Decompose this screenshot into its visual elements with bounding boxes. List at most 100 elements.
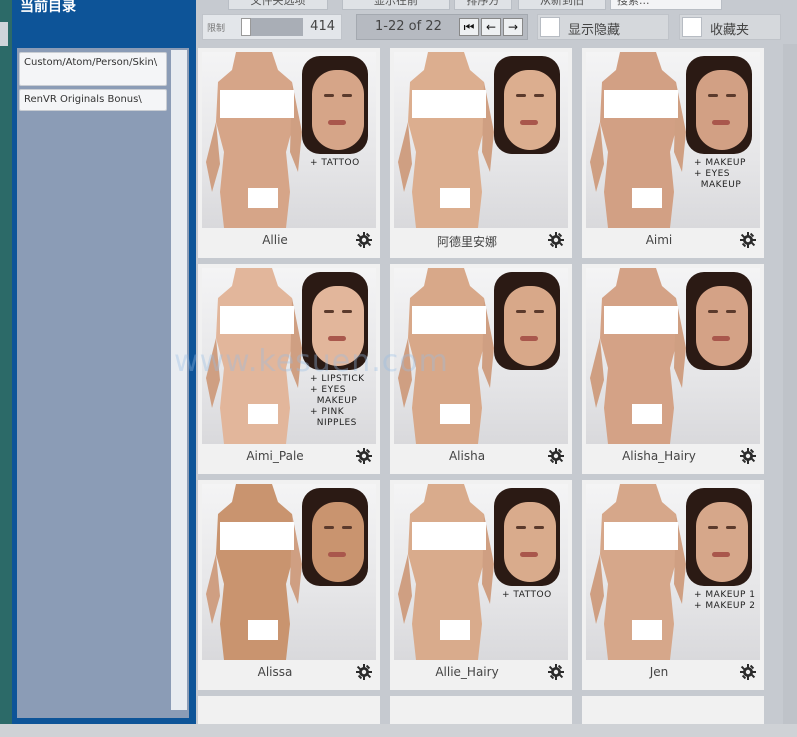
skin-name-label: Allie_Hairy — [435, 665, 499, 679]
variant-tag: + MAKEUP + EYES MAKEUP — [694, 158, 746, 190]
skin-grid: + TATTOO Allie 阿德里安娜 + MAKEUP + EYES MAKEUP… — [196, 44, 781, 737]
gear-icon[interactable] — [740, 232, 756, 248]
skin-thumbnail[interactable]: + TATTOO — [202, 52, 376, 228]
censor-bar-upper — [412, 522, 486, 550]
censor-bar-upper — [220, 306, 294, 334]
censor-bar-upper — [412, 306, 486, 334]
gear-icon[interactable] — [548, 448, 564, 464]
skin-name-label: Jen — [649, 665, 669, 679]
skin-name-label: Alissa — [257, 665, 293, 679]
collapsed-tab[interactable] — [0, 22, 8, 46]
skin-name-label: Alisha — [448, 449, 486, 463]
censor-bar-upper — [604, 522, 678, 550]
next-page-button[interactable]: → — [503, 18, 523, 36]
main-panel: 文件夹选项 显示在前 排序方 从新到旧 搜索... 限制 414 1-22 of… — [196, 0, 797, 737]
variant-tag: + TATTOO — [502, 590, 552, 600]
censor-bar-lower — [248, 188, 278, 208]
folder-item-custom[interactable]: Custom/Atom/Person/Skin\ — [19, 52, 167, 86]
face-preview-image — [686, 272, 752, 370]
skin-card[interactable]: + MAKEUP + EYES MAKEUP Aimi — [582, 48, 764, 258]
censor-bar-lower — [632, 620, 662, 640]
skin-card[interactable]: Alisha — [390, 264, 572, 474]
newest-first-button[interactable]: 从新到旧 — [518, 0, 606, 10]
top-toolbar: 文件夹选项 显示在前 排序方 从新到旧 搜索... — [196, 0, 797, 12]
face-preview-image — [302, 488, 368, 586]
skin-thumbnail[interactable]: + MAKEUP 1 + MAKEUP 2 — [586, 484, 760, 660]
censor-bar-upper — [220, 90, 294, 118]
face-preview-image — [686, 56, 752, 154]
gear-icon[interactable] — [548, 664, 564, 680]
censor-bar-lower — [440, 404, 470, 424]
folder-item-renvr[interactable]: RenVR Originals Bonus\ — [19, 89, 167, 111]
grid-scrollbar[interactable] — [783, 44, 797, 724]
favorites-label: 收藏夹 — [710, 23, 750, 38]
face-preview-image — [686, 488, 752, 586]
skin-name-label: Allie — [262, 233, 288, 247]
censor-bar-upper — [604, 90, 678, 118]
face-preview-image — [302, 272, 368, 370]
skin-card[interactable]: + TATTOO Allie_Hairy — [390, 480, 572, 690]
sort-button[interactable]: 排序方 — [454, 0, 512, 10]
censor-bar-lower — [440, 620, 470, 640]
first-page-button[interactable]: ⏮ — [459, 18, 479, 36]
censor-bar-lower — [248, 404, 278, 424]
prev-page-button[interactable]: ← — [481, 18, 501, 36]
skin-card[interactable]: 阿德里安娜 — [390, 48, 572, 258]
gear-icon[interactable] — [740, 664, 756, 680]
skin-name-label: Aimi — [645, 233, 673, 247]
skin-card[interactable]: + MAKEUP 1 + MAKEUP 2 Jen — [582, 480, 764, 690]
censor-bar-lower — [248, 620, 278, 640]
censor-bar-upper — [412, 90, 486, 118]
show-first-button[interactable]: 显示在前 — [342, 0, 450, 10]
filter-toolbar: 限制 414 1-22 of 22 ⏮ ← → 显示隐藏 收藏夹 — [196, 12, 797, 42]
bottom-status-bar — [0, 724, 797, 737]
show-hidden-checkbox[interactable] — [540, 17, 560, 37]
limit-control: 限制 414 — [202, 14, 342, 40]
limit-slider-handle[interactable] — [241, 18, 251, 36]
skin-card[interactable]: + TATTOO Allie — [198, 48, 380, 258]
face-preview-image — [494, 488, 560, 586]
search-input[interactable]: 搜索... — [610, 0, 722, 10]
show-hidden-label: 显示隐藏 — [568, 23, 621, 38]
skin-name-label: Alisha_Hairy — [622, 449, 696, 463]
show-hidden-toggle[interactable]: 显示隐藏 — [537, 14, 669, 40]
skin-thumbnail[interactable] — [394, 52, 568, 228]
skin-thumbnail[interactable]: + TATTOO — [394, 484, 568, 660]
gear-icon[interactable] — [740, 448, 756, 464]
left-edge-strip — [0, 0, 12, 737]
skin-name-label: 阿德里安娜 — [436, 235, 497, 249]
pager: 1-22 of 22 ⏮ ← → — [356, 14, 528, 40]
censor-bar-upper — [604, 306, 678, 334]
censor-bar-upper — [220, 522, 294, 550]
variant-tag: + LIPSTICK + EYES MAKEUP + PINK NIPPLES — [310, 374, 365, 428]
face-preview-image — [494, 56, 560, 154]
directory-sidebar: 当前目录 Custom/Atom/Person/Skin\ RenVR Orig… — [12, 0, 196, 724]
skin-thumbnail[interactable]: + LIPSTICK + EYES MAKEUP + PINK NIPPLES — [202, 268, 376, 444]
skin-thumbnail[interactable] — [586, 268, 760, 444]
limit-label: 限制 — [207, 24, 226, 34]
folder-scrollbar[interactable] — [171, 50, 187, 710]
gear-icon[interactable] — [356, 664, 372, 680]
limit-value: 414 — [310, 19, 335, 34]
variant-tag: + TATTOO — [310, 158, 360, 168]
face-preview-image — [494, 272, 560, 370]
folder-options-button[interactable]: 文件夹选项 — [228, 0, 328, 10]
skin-card[interactable]: Alisha_Hairy — [582, 264, 764, 474]
gear-icon[interactable] — [356, 448, 372, 464]
gear-icon[interactable] — [356, 232, 372, 248]
folder-list: Custom/Atom/Person/Skin\ RenVR Originals… — [17, 48, 189, 718]
skin-thumbnail[interactable] — [394, 268, 568, 444]
gear-icon[interactable] — [548, 232, 564, 248]
censor-bar-lower — [440, 188, 470, 208]
page-range-label: 1-22 of 22 — [375, 19, 442, 34]
variant-tag: + MAKEUP 1 + MAKEUP 2 — [694, 590, 756, 611]
skin-thumbnail[interactable]: + MAKEUP + EYES MAKEUP — [586, 52, 760, 228]
skin-name-label: Aimi_Pale — [246, 449, 304, 463]
skin-thumbnail[interactable] — [202, 484, 376, 660]
face-preview-image — [302, 56, 368, 154]
skin-card[interactable]: + LIPSTICK + EYES MAKEUP + PINK NIPPLES A… — [198, 264, 380, 474]
skin-card[interactable]: Alissa — [198, 480, 380, 690]
favorites-toggle[interactable]: 收藏夹 — [679, 14, 781, 40]
censor-bar-lower — [632, 188, 662, 208]
favorites-checkbox[interactable] — [682, 17, 702, 37]
